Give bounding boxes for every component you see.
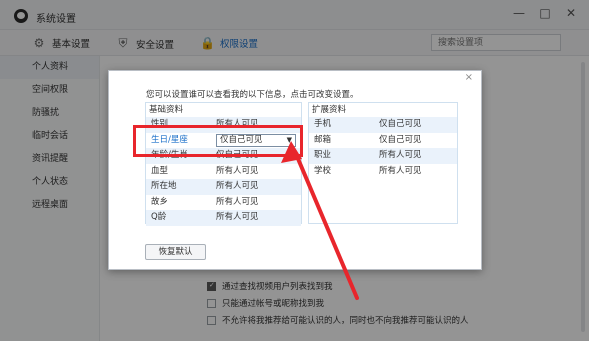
annotation-arrow [281,141,359,300]
arrow-shaft [294,152,359,300]
